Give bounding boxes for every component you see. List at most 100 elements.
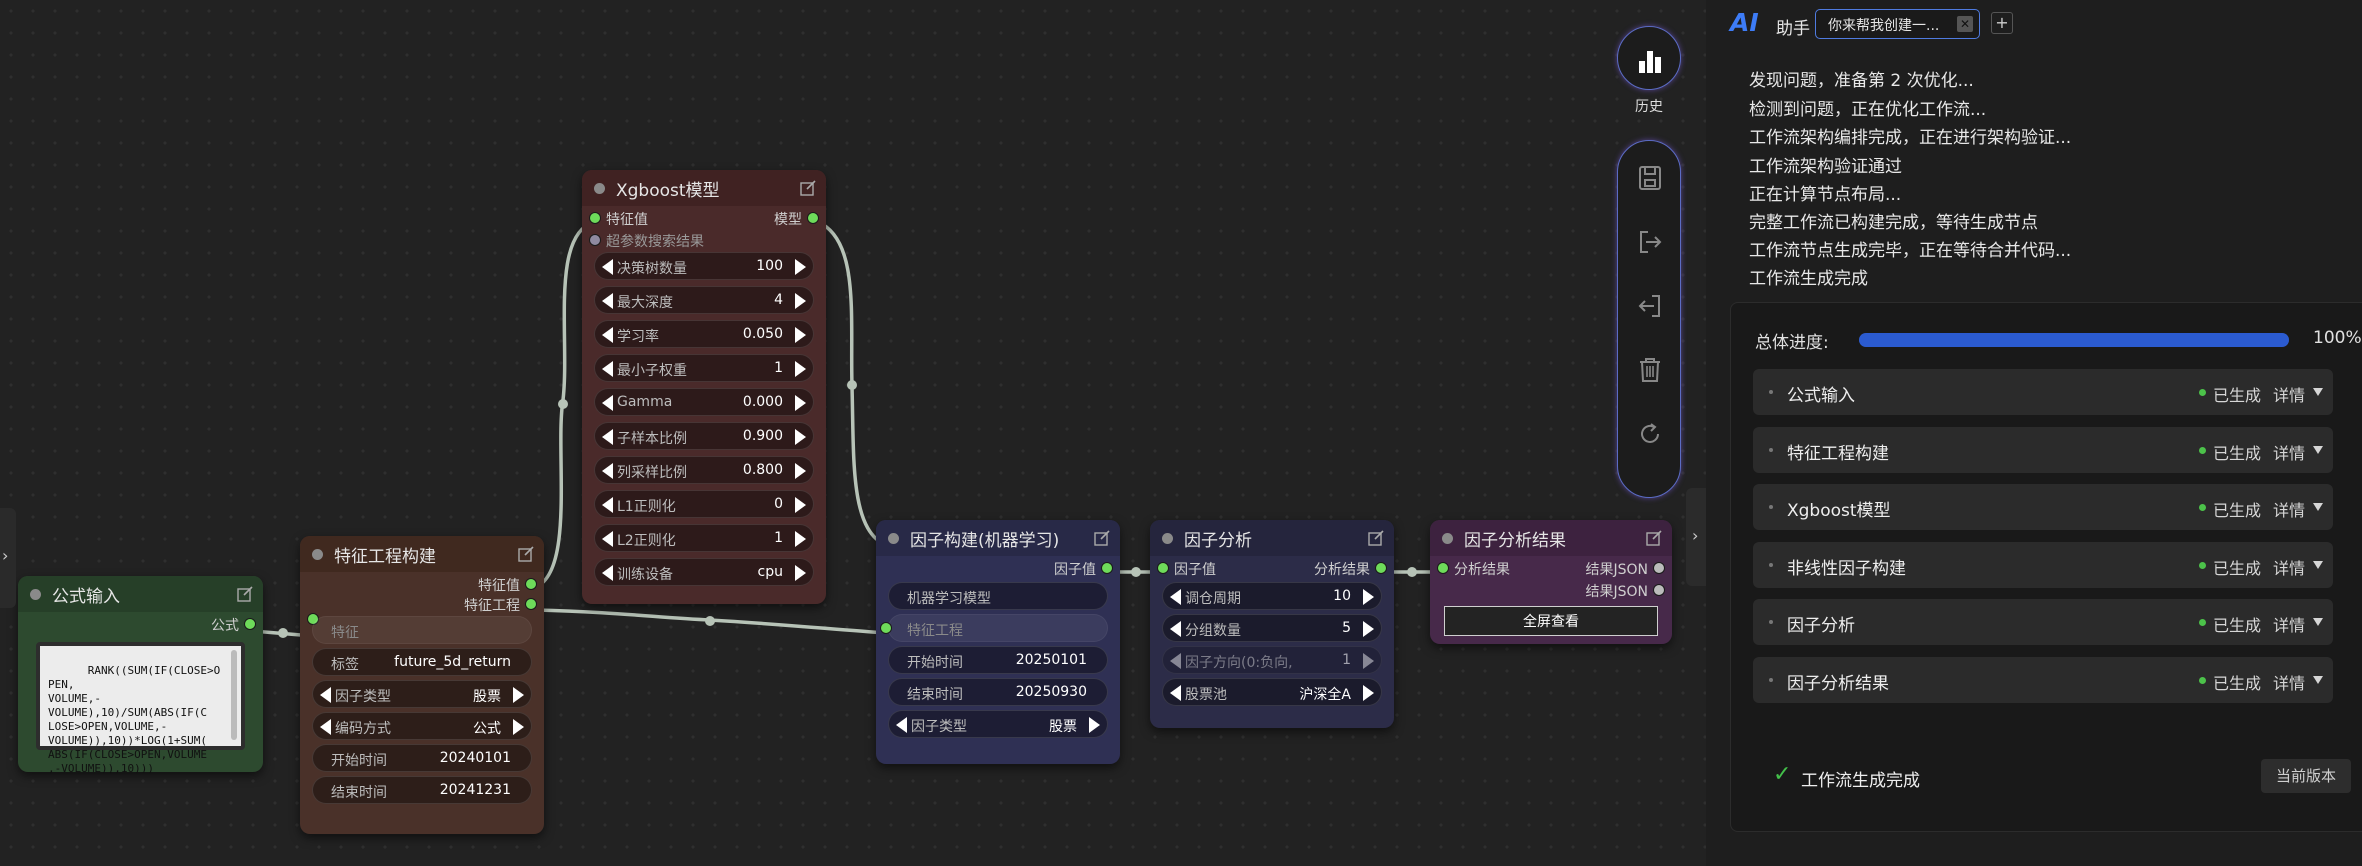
increment-arrow[interactable] <box>1089 717 1100 733</box>
increment-arrow[interactable] <box>1363 685 1374 701</box>
edit-icon[interactable] <box>800 180 816 196</box>
decrement-arrow[interactable] <box>602 395 613 411</box>
scrollbar[interactable] <box>231 650 237 740</box>
chat-tab[interactable]: 你来帮我创建一... ✕ <box>1815 9 1980 39</box>
caret-down-icon[interactable] <box>2313 676 2323 684</box>
end-date-widget[interactable]: 结束时间 20250930 <box>888 678 1108 706</box>
node-collapse-dot[interactable] <box>1162 533 1173 544</box>
decrement-arrow[interactable] <box>320 687 331 703</box>
decrement-arrow[interactable] <box>1170 621 1181 637</box>
caret-down-icon[interactable] <box>2313 446 2323 454</box>
factor-direction-widget[interactable]: 因子方向(0:负向, 1 <box>1162 646 1382 674</box>
edit-icon[interactable] <box>1094 530 1110 546</box>
step-item[interactable]: 特征工程构建 已生成 详情 <box>1753 427 2333 473</box>
output-port[interactable] <box>526 579 536 589</box>
output-port[interactable] <box>1654 563 1664 573</box>
output-port[interactable] <box>526 599 536 609</box>
save-icon[interactable] <box>1638 165 1662 191</box>
increment-arrow[interactable] <box>795 327 806 343</box>
node-xgboost-model[interactable]: Xgboost模型 特征值 模型 超参数搜索结果 决策树数量 100 最大深度 … <box>582 170 826 604</box>
ml-model-widget[interactable]: 机器学习模型 <box>888 582 1108 610</box>
input-port[interactable] <box>881 623 891 633</box>
node-factor-build[interactable]: 因子构建(机器学习) 因子值 机器学习模型 特征工程 开始时间 20250101… <box>876 520 1120 764</box>
decrement-arrow[interactable] <box>602 429 613 445</box>
refresh-icon[interactable] <box>1638 421 1662 447</box>
increment-arrow[interactable] <box>795 259 806 275</box>
node-header[interactable]: 公式输入 <box>18 576 263 612</box>
import-icon[interactable] <box>1638 293 1662 319</box>
add-tab-button[interactable]: + <box>1991 12 2013 34</box>
input-port[interactable] <box>1158 563 1168 573</box>
step-item[interactable]: 因子分析结果 已生成 详情 <box>1753 657 2333 703</box>
decrement-arrow[interactable] <box>896 717 907 733</box>
export-icon[interactable] <box>1638 229 1662 255</box>
decrement-arrow[interactable] <box>602 531 613 547</box>
workflow-canvas[interactable]: 公式输入 公式 RANK((SUM(IF(CLOSE>OPEN, VOLUME,… <box>0 0 1706 866</box>
close-icon[interactable]: ✕ <box>1957 16 1973 32</box>
max-depth-widget[interactable]: 最大深度 4 <box>594 286 814 314</box>
node-feature-engineering[interactable]: 特征工程构建 特征值 特征工程 特征 标签 future_5d_return 因… <box>300 536 544 834</box>
input-port[interactable] <box>590 235 600 245</box>
output-port[interactable] <box>1102 563 1112 573</box>
increment-arrow[interactable] <box>795 429 806 445</box>
decrement-arrow[interactable] <box>1170 685 1181 701</box>
edit-icon[interactable] <box>1646 530 1662 546</box>
node-collapse-dot[interactable] <box>30 589 41 600</box>
node-collapse-dot[interactable] <box>888 533 899 544</box>
input-port[interactable] <box>1438 563 1448 573</box>
right-panel-toggle[interactable]: › <box>1686 488 1706 586</box>
details-toggle[interactable]: 详情 <box>2273 612 2305 636</box>
step-item[interactable]: 因子分析 已生成 详情 <box>1753 599 2333 645</box>
start-date-widget[interactable]: 开始时间 20250101 <box>888 646 1108 674</box>
current-version-button[interactable]: 当前版本 <box>2261 759 2351 793</box>
factor-type-combo[interactable]: 因子类型 股票 <box>888 710 1108 738</box>
trash-icon[interactable] <box>1638 357 1662 383</box>
rebalance-period-widget[interactable]: 调仓周期 10 <box>1162 582 1382 610</box>
l2-regularization-widget[interactable]: L2正则化 1 <box>594 524 814 552</box>
node-header[interactable]: 因子构建(机器学习) <box>876 520 1120 556</box>
increment-arrow[interactable] <box>1363 653 1374 669</box>
history-button[interactable] <box>1617 26 1681 90</box>
end-date-widget[interactable]: 结束时间 20241231 <box>312 776 532 804</box>
input-port[interactable] <box>590 213 600 223</box>
output-port[interactable] <box>1654 585 1664 595</box>
decrement-arrow[interactable] <box>602 259 613 275</box>
decrement-arrow[interactable] <box>602 293 613 309</box>
increment-arrow[interactable] <box>795 497 806 513</box>
increment-arrow[interactable] <box>795 463 806 479</box>
subsample-widget[interactable]: 子样本比例 0.900 <box>594 422 814 450</box>
fullscreen-button[interactable]: 全屏查看 <box>1444 606 1658 636</box>
decrement-arrow[interactable] <box>602 463 613 479</box>
details-toggle[interactable]: 详情 <box>2273 382 2305 406</box>
feature-widget[interactable]: 特征 <box>312 616 532 644</box>
increment-arrow[interactable] <box>795 565 806 581</box>
decrement-arrow[interactable] <box>320 719 331 735</box>
encoding-combo[interactable]: 编码方式 公式 <box>312 712 532 740</box>
feature-eng-widget[interactable]: 特征工程 <box>881 614 1108 642</box>
decrement-arrow[interactable] <box>602 497 613 513</box>
output-port[interactable] <box>245 619 255 629</box>
stock-pool-widget[interactable]: 股票池 沪深全A <box>1162 678 1382 706</box>
node-formula-input[interactable]: 公式输入 公式 RANK((SUM(IF(CLOSE>OPEN, VOLUME,… <box>18 576 263 775</box>
output-port[interactable] <box>808 213 818 223</box>
factor-type-combo[interactable]: 因子类型 股票 <box>312 680 532 708</box>
node-collapse-dot[interactable] <box>312 549 323 560</box>
node-header[interactable]: 因子分析 <box>1150 520 1394 556</box>
min-child-weight-widget[interactable]: 最小子权重 1 <box>594 354 814 382</box>
edit-icon[interactable] <box>237 586 253 602</box>
label-widget[interactable]: 标签 future_5d_return <box>312 648 532 676</box>
n-estimators-widget[interactable]: 决策树数量 100 <box>594 252 814 280</box>
increment-arrow[interactable] <box>513 719 524 735</box>
caret-down-icon[interactable] <box>2313 561 2323 569</box>
decrement-arrow[interactable] <box>602 565 613 581</box>
left-panel-toggle[interactable]: › <box>0 508 16 608</box>
device-widget[interactable]: 训练设备 cpu <box>594 558 814 586</box>
edit-icon[interactable] <box>1368 530 1384 546</box>
caret-down-icon[interactable] <box>2313 388 2323 396</box>
learning-rate-widget[interactable]: 学习率 0.050 <box>594 320 814 348</box>
step-item[interactable]: 公式输入 已生成 详情 <box>1753 369 2333 415</box>
step-item[interactable]: 非线性因子构建 已生成 详情 <box>1753 542 2333 588</box>
node-factor-analysis[interactable]: 因子分析 因子值 分析结果 调仓周期 10 分组数量 5 因子方向(0:负向, … <box>1150 520 1394 728</box>
decrement-arrow[interactable] <box>1170 653 1181 669</box>
details-toggle[interactable]: 详情 <box>2273 440 2305 464</box>
